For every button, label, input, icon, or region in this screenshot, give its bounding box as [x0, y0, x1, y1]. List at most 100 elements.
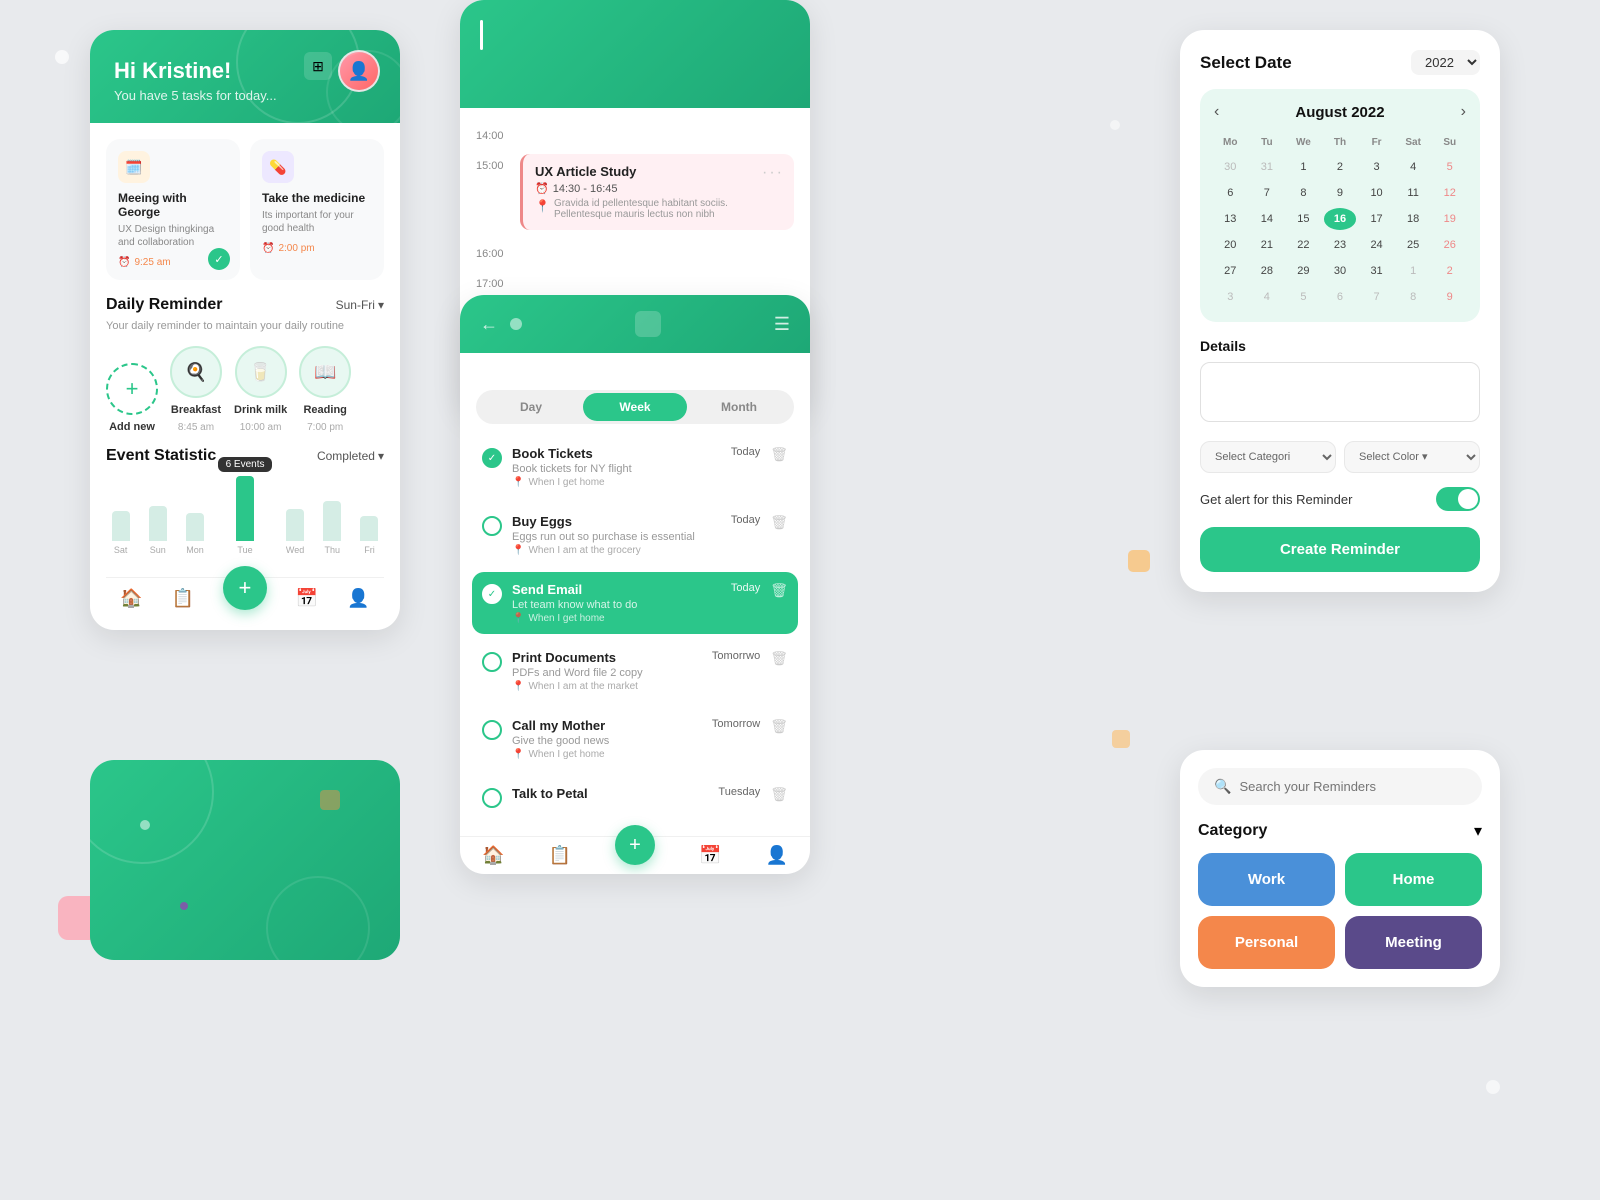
reminder-check-1[interactable]	[482, 516, 502, 536]
nav-calendar-icon[interactable]: 📅	[296, 588, 318, 610]
cal-day-current-5[interactable]: 5	[1433, 156, 1466, 178]
bar-col-fri[interactable]: Fri	[355, 516, 384, 555]
event-card-ux[interactable]: UX Article Study ⏰ 14:30 - 16:45 📍 Gravi…	[520, 154, 794, 230]
p3-nav-home[interactable]: 🏠	[482, 845, 504, 866]
cal-day-current-2[interactable]: 2	[1324, 156, 1357, 178]
p3-nav-reminders[interactable]: 📋	[549, 845, 571, 866]
category-select[interactable]: Select Categori	[1200, 441, 1336, 473]
cal-day-current-13[interactable]: 13	[1214, 208, 1247, 230]
cal-day-current-31[interactable]: 31	[1360, 260, 1393, 282]
cal-day-current-27[interactable]: 27	[1214, 260, 1247, 282]
reminder-row-3[interactable]: Print DocumentsPDFs and Word file 2 copy…	[472, 640, 798, 702]
cal-day-next-6[interactable]: 6	[1324, 286, 1357, 308]
cal-day-current-8[interactable]: 8	[1287, 182, 1320, 204]
reminder-row-4[interactable]: Call my MotherGive the good news📍 When I…	[472, 708, 798, 770]
next-month-button[interactable]: ›	[1461, 103, 1466, 121]
cal-day-next-2[interactable]: 2	[1433, 260, 1466, 282]
add-reminder-icon[interactable]: +	[106, 363, 158, 415]
cal-day-current-10[interactable]: 10	[1360, 182, 1393, 204]
category-work[interactable]: Work	[1198, 853, 1335, 906]
tab-month[interactable]: Month	[687, 393, 791, 421]
tab-day[interactable]: Day	[479, 393, 583, 421]
nav-list-icon[interactable]: 📋	[172, 588, 194, 610]
task-check-meeting[interactable]: ✓	[208, 248, 230, 270]
reminder-check-3[interactable]	[482, 652, 502, 672]
cal-day-current-20[interactable]: 20	[1214, 234, 1247, 256]
cal-day-prev-31[interactable]: 31	[1251, 156, 1284, 178]
bar-col-tue[interactable]: 6 EventsTue	[218, 457, 273, 555]
cal-day-current-3[interactable]: 3	[1360, 156, 1393, 178]
cal-day-prev-30[interactable]: 30	[1214, 156, 1247, 178]
reminder-delete-2[interactable]: 🗑	[770, 582, 788, 599]
reminder-row-5[interactable]: Talk to PetalTuesday🗑	[472, 776, 798, 818]
search-input[interactable]	[1239, 779, 1466, 794]
cal-day-current-19[interactable]: 19	[1433, 208, 1466, 230]
reminder-item-breakfast[interactable]: 🍳 Breakfast 8:45 am	[170, 346, 222, 433]
cal-day-current-21[interactable]: 21	[1251, 234, 1284, 256]
back-icon[interactable]: ←	[480, 314, 498, 335]
user-avatar[interactable]: 👤	[338, 50, 380, 92]
cal-day-current-30[interactable]: 30	[1324, 260, 1357, 282]
reminder-delete-3[interactable]: 🗑	[770, 650, 788, 667]
reminder-delete-1[interactable]: 🗑	[770, 514, 788, 531]
cal-day-current-25[interactable]: 25	[1397, 234, 1430, 256]
cal-day-next-4[interactable]: 4	[1251, 286, 1284, 308]
reminder-check-4[interactable]	[482, 720, 502, 740]
bar-col-wed[interactable]: Wed	[280, 509, 309, 555]
reminder-check-2[interactable]: ✓	[482, 584, 502, 604]
color-select[interactable]: Select Color ▾	[1344, 441, 1480, 473]
menu-icon[interactable]: ☰	[774, 314, 790, 335]
cal-day-next-5[interactable]: 5	[1287, 286, 1320, 308]
cal-day-current-26[interactable]: 26	[1433, 234, 1466, 256]
reminder-item-milk[interactable]: 🥛 Drink milk 10:00 am	[234, 346, 287, 433]
cal-day-next-7[interactable]: 7	[1360, 286, 1393, 308]
create-reminder-button[interactable]: Create Reminder	[1200, 527, 1480, 572]
cal-day-next-3[interactable]: 3	[1214, 286, 1247, 308]
cal-day-current-18[interactable]: 18	[1397, 208, 1430, 230]
cal-day-current-4[interactable]: 4	[1397, 156, 1430, 178]
bar-col-sun[interactable]: Sun	[143, 506, 172, 555]
cal-day-current-7[interactable]: 7	[1251, 182, 1284, 204]
cal-day-current-15[interactable]: 15	[1287, 208, 1320, 230]
cal-day-current-23[interactable]: 23	[1324, 234, 1357, 256]
cal-day-next-8[interactable]: 8	[1397, 286, 1430, 308]
reminder-row-0[interactable]: ✓Book TicketsBook tickets for NY flight📍…	[472, 436, 798, 498]
reminder-check-0[interactable]: ✓	[482, 448, 502, 468]
cal-day-current-28[interactable]: 28	[1251, 260, 1284, 282]
details-textarea[interactable]	[1200, 362, 1480, 422]
reminder-row-2[interactable]: ✓Send EmailLet team know what to do📍 Whe…	[472, 572, 798, 634]
reminder-delete-0[interactable]: 🗑	[770, 446, 788, 463]
prev-month-button[interactable]: ‹	[1214, 103, 1219, 121]
year-select[interactable]: 2022 2023	[1411, 50, 1480, 75]
notification-icon[interactable]: ⊞	[304, 52, 332, 80]
cal-day-current-12[interactable]: 12	[1433, 182, 1466, 204]
tab-week[interactable]: Week	[583, 393, 687, 421]
task-card-medicine[interactable]: 💊 Take the medicine Its important for yo…	[250, 139, 384, 280]
nav-profile-icon[interactable]: 👤	[347, 588, 369, 610]
cal-day-current-16[interactable]: 16	[1324, 208, 1357, 230]
fab-add-button[interactable]: +	[223, 566, 267, 610]
bar-col-thu[interactable]: Thu	[318, 501, 347, 555]
reminder-delete-5[interactable]: 🗑	[770, 786, 788, 803]
reminder-check-5[interactable]	[482, 788, 502, 808]
cal-day-current-17[interactable]: 17	[1360, 208, 1393, 230]
reminder-item-add[interactable]: + Add new	[106, 363, 158, 433]
event-more-icon[interactable]: ···	[762, 164, 784, 182]
p3-nav-calendar[interactable]: 📅	[699, 845, 721, 866]
cal-day-next-1[interactable]: 1	[1397, 260, 1430, 282]
event-stat-filter[interactable]: Completed ▾	[317, 449, 384, 463]
p3-nav-profile[interactable]: 👤	[766, 845, 788, 866]
category-meeting[interactable]: Meeting	[1345, 916, 1482, 969]
task-card-meeting[interactable]: 🗓️ Meeing with George UX Design thingkin…	[106, 139, 240, 280]
cal-day-next-9[interactable]: 9	[1433, 286, 1466, 308]
cal-day-current-14[interactable]: 14	[1251, 208, 1284, 230]
cal-day-current-9[interactable]: 9	[1324, 182, 1357, 204]
nav-home-icon[interactable]: 🏠	[120, 588, 142, 610]
alert-toggle[interactable]	[1436, 487, 1480, 511]
reminders-more-icon[interactable]: ···	[770, 357, 794, 378]
p3-fab-button[interactable]: +	[615, 825, 655, 865]
cal-day-current-24[interactable]: 24	[1360, 234, 1393, 256]
cal-day-current-11[interactable]: 11	[1397, 182, 1430, 204]
cal-day-current-6[interactable]: 6	[1214, 182, 1247, 204]
reminder-row-1[interactable]: Buy EggsEggs run out so purchase is esse…	[472, 504, 798, 566]
